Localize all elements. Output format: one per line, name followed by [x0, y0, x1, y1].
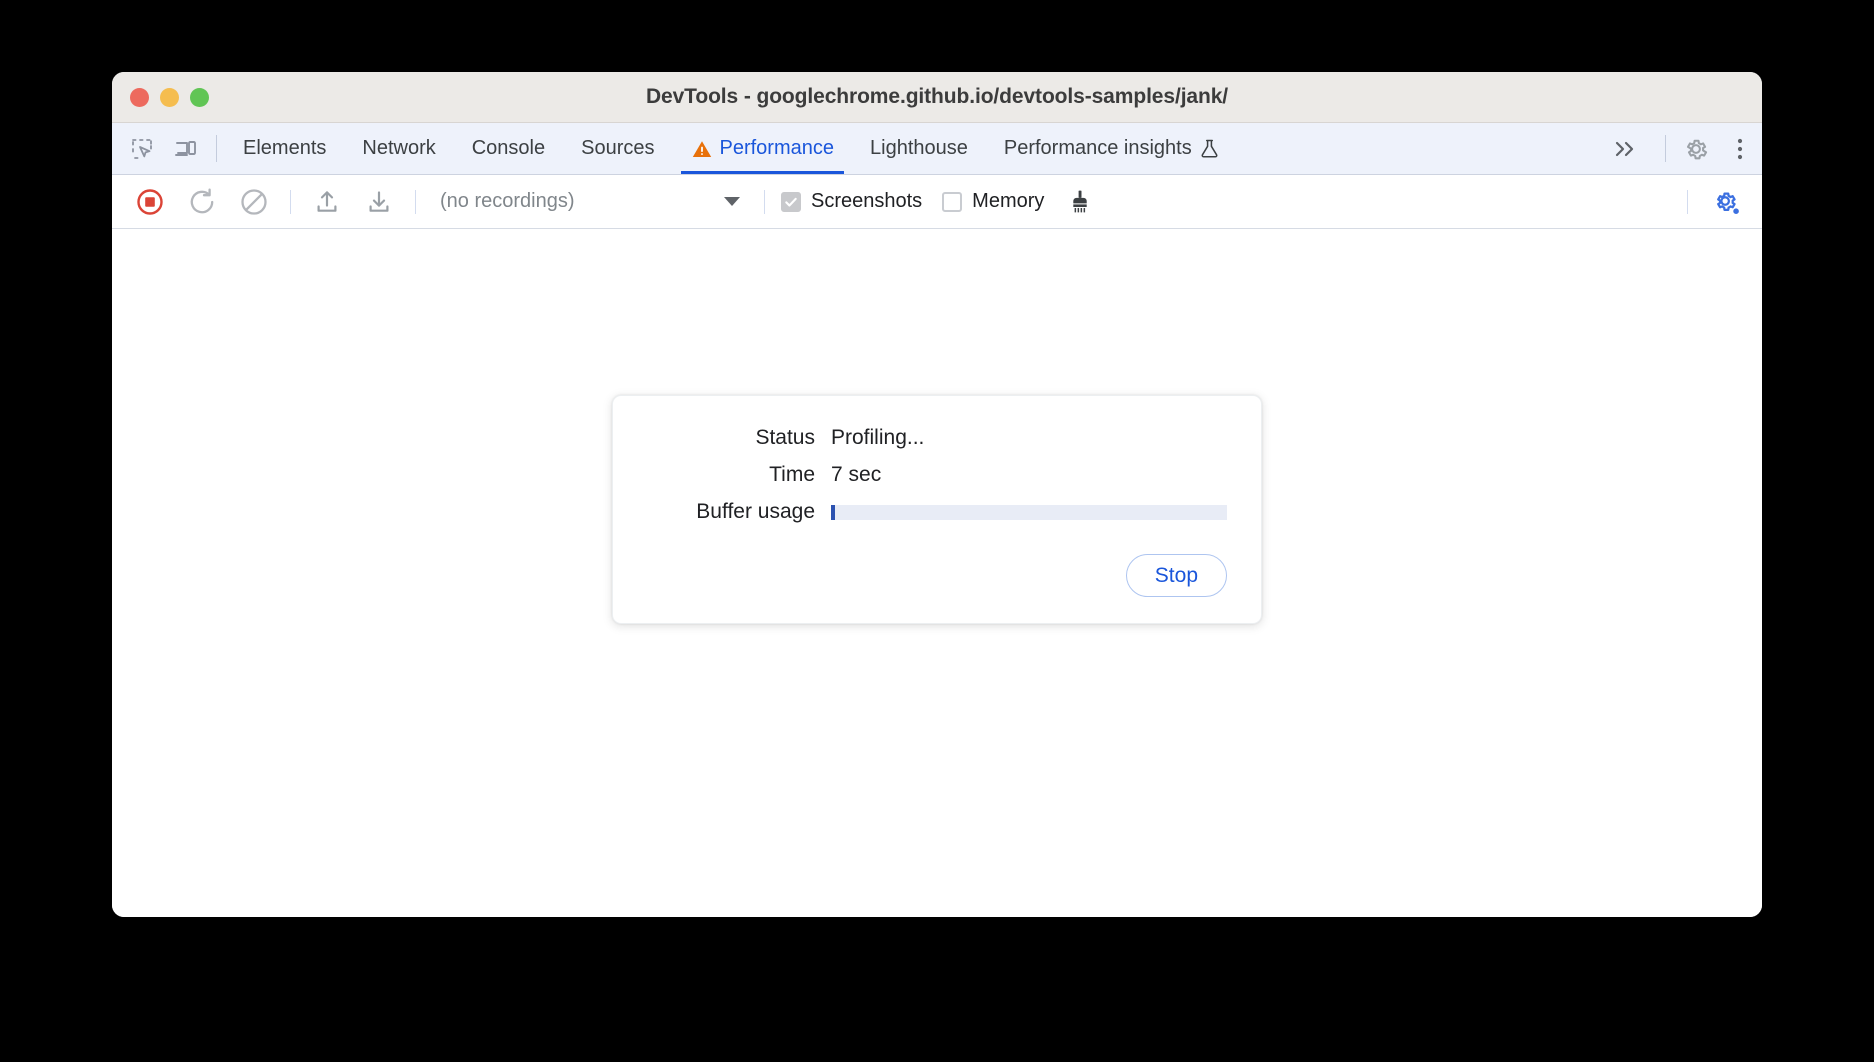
stop-button[interactable]: Stop — [1125, 554, 1227, 598]
tab-elements-label: Elements — [243, 137, 327, 159]
toolbar-divider-4 — [1687, 189, 1688, 214]
collect-garbage-icon[interactable] — [1054, 176, 1106, 228]
memory-checkbox-box — [942, 191, 963, 212]
load-profile-icon[interactable] — [301, 176, 353, 228]
tabbar-right-divider — [1665, 135, 1666, 162]
customize-menu-icon[interactable] — [1718, 123, 1762, 174]
tab-sources[interactable]: Sources — [563, 123, 672, 174]
tab-network-label: Network — [362, 137, 436, 159]
more-tabs-icon[interactable] — [1595, 123, 1657, 174]
tab-performance[interactable]: Performance — [673, 123, 853, 174]
time-row-label: Time — [769, 463, 815, 486]
save-profile-icon[interactable] — [353, 176, 405, 228]
tab-performance-insights-label: Performance insights — [1003, 137, 1192, 159]
window-title: DevTools - googlechrome.github.io/devtoo… — [645, 85, 1229, 108]
screenshots-checkbox-box — [781, 191, 801, 212]
tabbar-right-group — [1595, 123, 1762, 174]
chevron-down-icon — [724, 197, 740, 206]
tab-console[interactable]: Console — [454, 123, 563, 174]
buffer-usage-progress — [831, 504, 1227, 520]
recordings-dropdown[interactable]: (no recordings) — [426, 185, 754, 219]
device-toolbar-icon[interactable] — [164, 123, 208, 174]
close-window-button[interactable] — [130, 87, 149, 107]
tab-sources-label: Sources — [581, 137, 655, 159]
tab-lighthouse-label: Lighthouse — [870, 137, 968, 159]
toolbar-divider-1 — [290, 189, 291, 214]
clear-recording-button[interactable] — [228, 176, 280, 228]
inspect-element-icon[interactable] — [120, 123, 164, 174]
capture-settings-gear-icon[interactable] — [1700, 176, 1752, 228]
devtools-window: DevTools - googlechrome.github.io/devtoo… — [112, 72, 1762, 917]
status-rows: Status Profiling... Time 7 sec Buffer us… — [647, 426, 1227, 524]
maximize-window-button[interactable] — [190, 87, 209, 107]
toolbar-divider-3 — [764, 189, 765, 214]
title-bar: DevTools - googlechrome.github.io/devtoo… — [112, 72, 1762, 123]
reload-and-record-button[interactable] — [176, 176, 228, 228]
experiment-flask-icon — [1199, 138, 1220, 159]
toolbar-right-group — [1677, 176, 1762, 228]
status-row-label: Status — [755, 426, 815, 449]
buffer-usage-track — [831, 504, 1227, 520]
performance-panel: Status Profiling... Time 7 sec Buffer us… — [112, 229, 1762, 917]
screen: DevTools - googlechrome.github.io/devtoo… — [0, 0, 1874, 1062]
tab-console-label: Console — [471, 137, 546, 159]
tab-elements[interactable]: Elements — [225, 123, 344, 174]
panel-tab-bar: Elements Network Console Sources Perform… — [112, 123, 1762, 175]
time-row-value: 7 sec — [831, 463, 882, 486]
memory-label: Memory — [972, 190, 1045, 212]
toolbar-divider-2 — [415, 189, 416, 214]
recording-status-dialog: Status Profiling... Time 7 sec Buffer us… — [612, 395, 1262, 625]
warning-triangle-icon — [691, 138, 713, 160]
tab-performance-label: Performance — [719, 137, 835, 159]
minimize-window-button[interactable] — [160, 87, 179, 107]
tabbar-divider — [216, 135, 217, 162]
record-button[interactable] — [124, 176, 176, 228]
window-controls — [130, 72, 209, 122]
status-row-value: Profiling... — [831, 426, 925, 449]
tab-network[interactable]: Network — [344, 123, 453, 174]
tab-performance-insights[interactable]: Performance insights — [986, 123, 1238, 174]
settings-gear-icon[interactable] — [1674, 123, 1718, 174]
buffer-usage-fill — [831, 504, 835, 520]
buffer-usage-label: Buffer usage — [696, 500, 815, 523]
tab-lighthouse[interactable]: Lighthouse — [852, 123, 986, 174]
recordings-dropdown-value: (no recordings) — [440, 190, 575, 212]
dialog-actions: Stop — [647, 554, 1227, 598]
screenshots-label: Screenshots — [811, 190, 923, 212]
screenshots-checkbox[interactable]: Screenshots — [781, 190, 922, 213]
performance-toolbar: (no recordings) Screenshots Memory — [112, 175, 1762, 229]
memory-checkbox[interactable]: Memory — [942, 190, 1044, 213]
